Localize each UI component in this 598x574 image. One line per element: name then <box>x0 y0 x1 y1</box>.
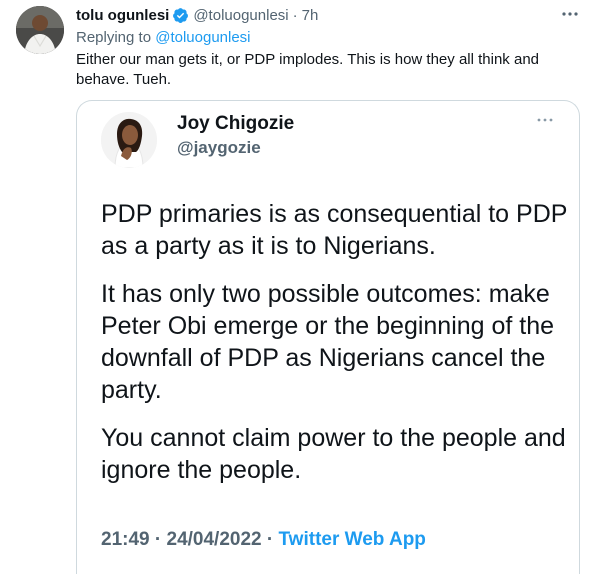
quoted-author-handle[interactable]: @jaygozie <box>177 138 261 158</box>
quoted-paragraph-2: It has only two possible outcomes: make … <box>101 280 555 404</box>
quoted-tweet-card[interactable]: Joy Chigozie @jaygozie PDP primaries is … <box>76 100 580 574</box>
more-horizontal-icon[interactable] <box>560 6 580 22</box>
separator-dot: · <box>292 6 298 24</box>
quoted-source-app-link[interactable]: Twitter Web App <box>278 529 425 550</box>
tweet-time[interactable]: 7h <box>302 7 319 24</box>
quoted-tweet-metadata: 21:49 · 24/04/2022 · Twitter Web App <box>101 529 426 551</box>
replying-to-label: Replying to <box>76 29 152 46</box>
quoted-author-display-name[interactable]: Joy Chigozie <box>177 113 294 135</box>
quoted-separator-dot: · <box>154 529 162 550</box>
quoted-date[interactable]: 24/04/2022 <box>167 529 262 550</box>
replying-to: Replying to @toluogunlesi <box>76 29 251 46</box>
quoted-author-avatar[interactable] <box>101 112 157 168</box>
quoted-separator-dot-2: · <box>266 529 274 550</box>
tweet[interactable]: tolu ogunlesi @toluogunlesi · 7h Replyin… <box>0 0 598 574</box>
author-handle[interactable]: @toluogunlesi <box>193 7 288 24</box>
replying-to-link[interactable]: @toluogunlesi <box>155 29 250 46</box>
author-avatar[interactable] <box>16 6 64 54</box>
quoted-more-icon <box>537 118 553 122</box>
quoted-tweet-body: PDP primaries is as consequential to PDP… <box>101 198 571 502</box>
tweet-text: Either our man gets it, or PDP implodes.… <box>76 51 540 88</box>
quoted-paragraph-1: PDP primaries is as consequential to PDP… <box>101 200 567 260</box>
quoted-time[interactable]: 21:49 <box>101 529 150 550</box>
author-display-name[interactable]: tolu ogunlesi <box>76 7 169 24</box>
quoted-paragraph-3: You cannot claim power to the people and… <box>101 424 566 484</box>
verified-badge-icon <box>173 7 189 23</box>
tweet-header: tolu ogunlesi @toluogunlesi · 7h <box>76 5 318 25</box>
